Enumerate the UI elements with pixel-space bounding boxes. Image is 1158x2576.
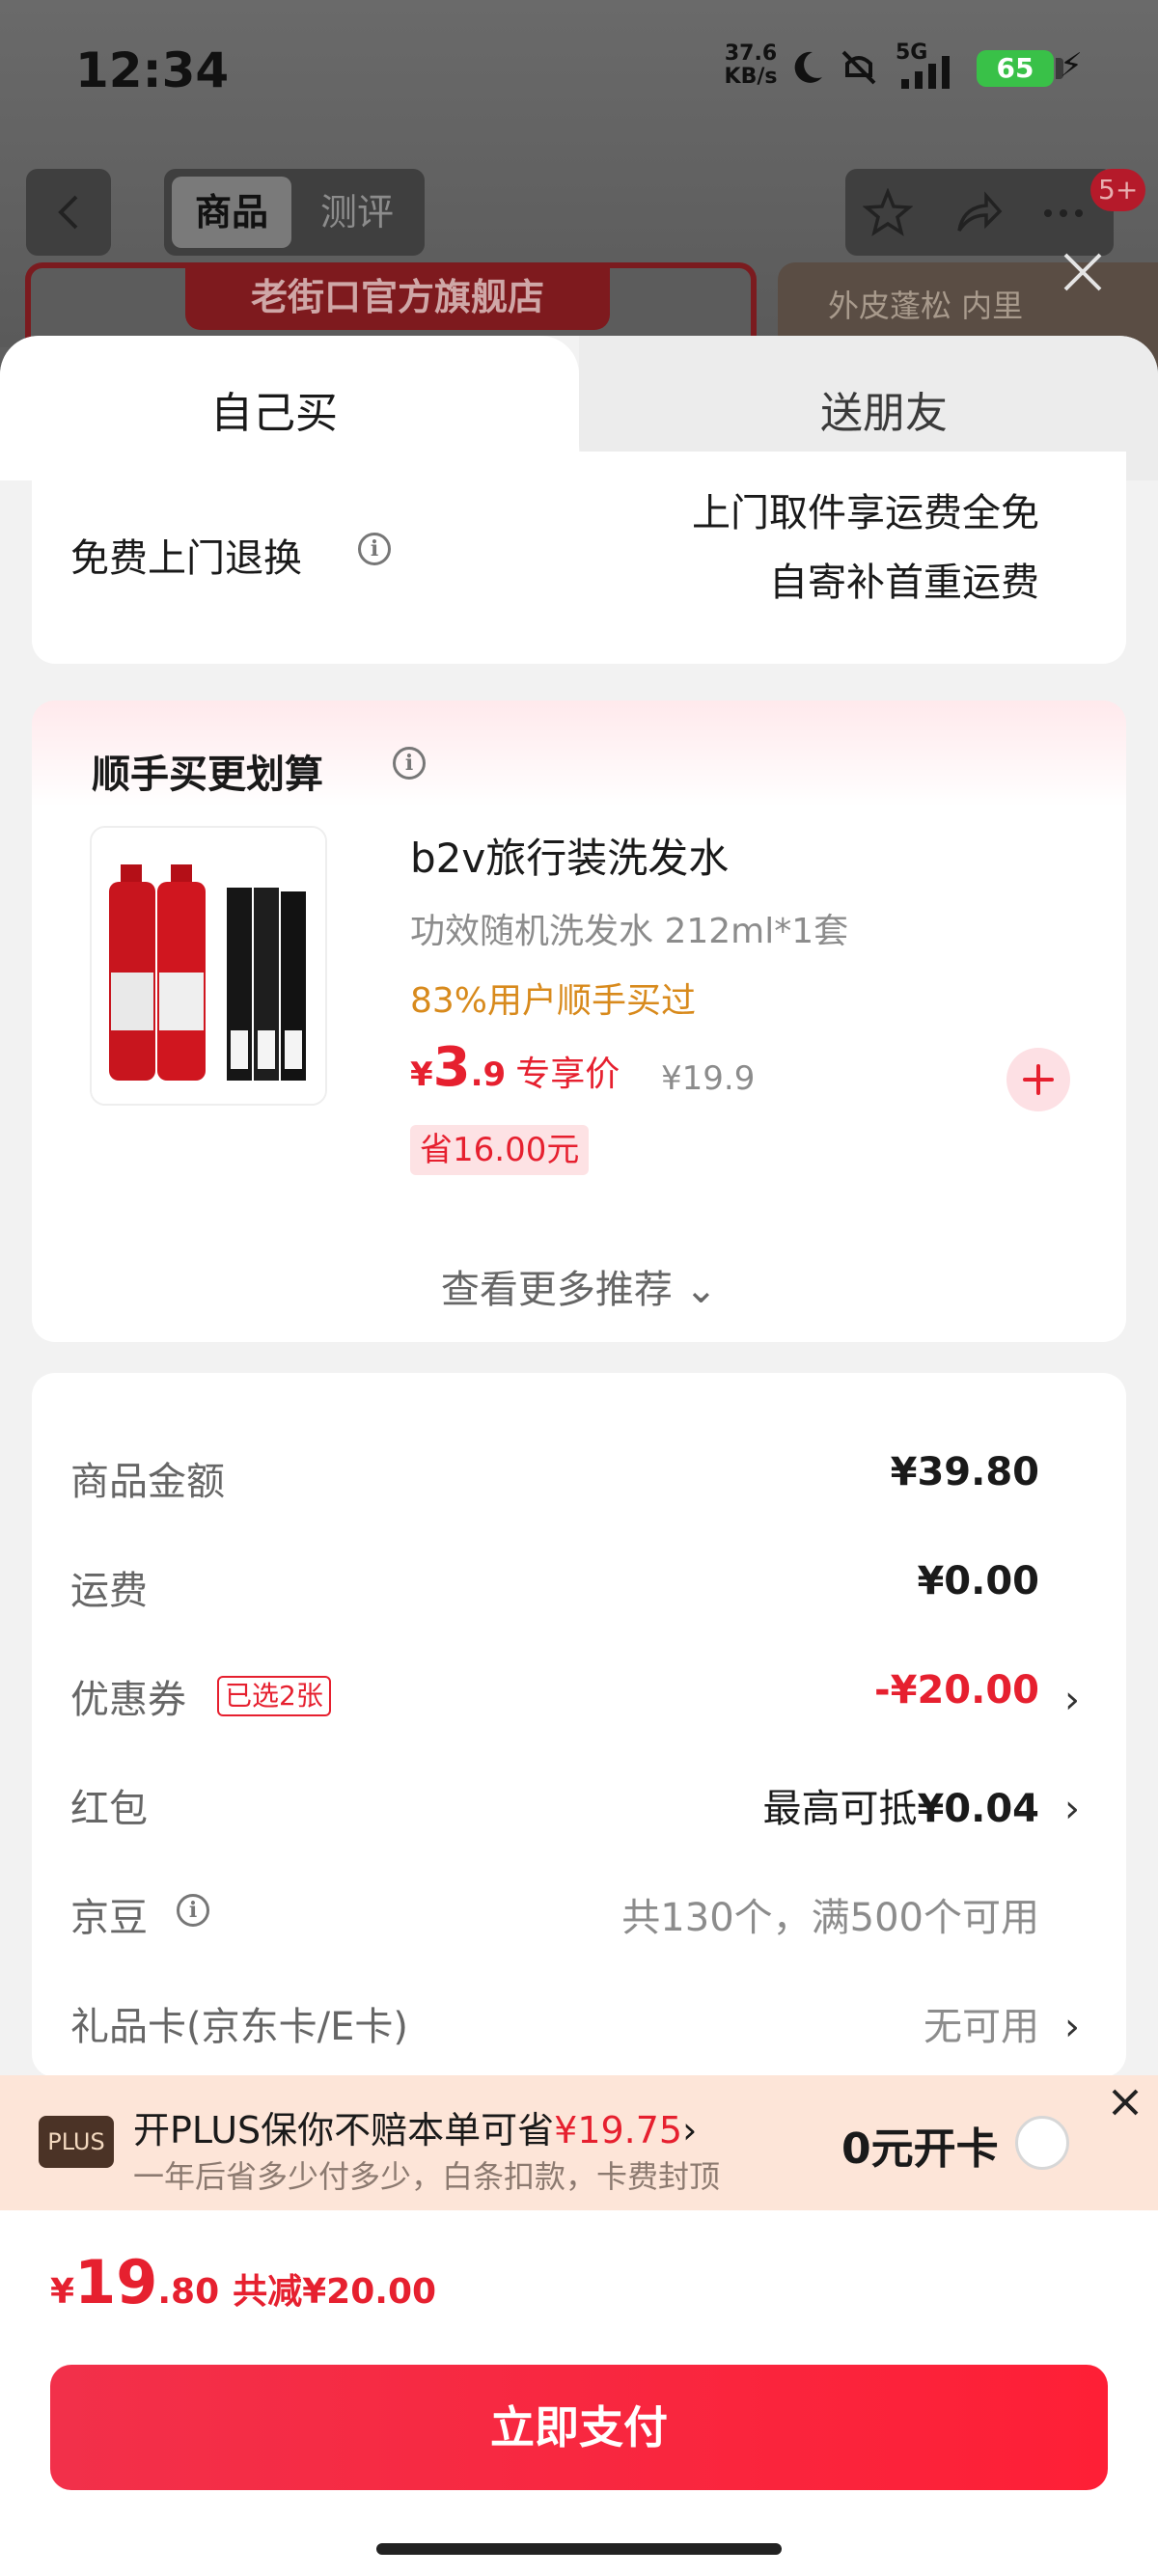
coupon-count-badge: 已选2张 [217, 1676, 331, 1716]
product-bought-rate: 83%用户顺手买过 [410, 981, 697, 1021]
chevron-right-icon: › [1064, 2005, 1080, 2049]
row-shipping: 运费 ¥0.00 [70, 1559, 1039, 1613]
row-coupon[interactable]: 优惠券 已选2张 -¥20.00 › [32, 1658, 1126, 1726]
pay-now-button[interactable]: 立即支付 [50, 2365, 1108, 2490]
recommend-card: 顺手买更划算 i b2v旅行装洗发水 功效随机洗发水 212ml*1套 83%用… [32, 700, 1126, 1342]
info-icon[interactable]: i [177, 1894, 209, 1927]
home-indicator [376, 2543, 782, 2555]
save-badge: 省16.00元 [410, 1125, 590, 1175]
chevron-right-icon: › [682, 2109, 698, 2151]
order-summary-card: 商品金额 ¥39.80 运费 ¥0.00 优惠券 已选2张 -¥20.00 › … [32, 1373, 1126, 2077]
chevron-right-icon: › [1064, 1787, 1080, 1831]
nav-actions [845, 169, 1114, 256]
share-icon[interactable] [953, 188, 1004, 238]
more-icon[interactable] [1038, 188, 1089, 238]
plus-open-label: 0元开卡 [841, 2124, 999, 2174]
coupon-value: -¥20.00 [874, 1668, 1039, 1713]
back-button[interactable] [26, 169, 111, 256]
return-service-label: 免费上门退换 [70, 536, 302, 581]
total-reduction: 共减¥20.00 [233, 2272, 437, 2312]
mute-icon [841, 50, 876, 85]
plus-subtitle: 一年后省多少付多少，白条扣款，卡费封顶 [133, 2158, 721, 2195]
back-icon [58, 195, 78, 230]
checkout-footer: ¥19.80 共减¥20.00 立即支付 [0, 2210, 1158, 2576]
status-time: 12:34 [75, 42, 230, 98]
more-recommend-link[interactable]: 查看更多推荐 ⌄ [32, 1258, 1126, 1314]
tab-review[interactable]: 测评 [297, 177, 417, 248]
product-spec: 功效随机洗发水 212ml*1套 [410, 912, 849, 951]
tab-goods[interactable]: 商品 [172, 177, 291, 248]
info-icon[interactable]: i [358, 533, 391, 565]
star-icon[interactable] [863, 188, 913, 238]
net-speed: 37.6 KB/s [724, 41, 778, 89]
info-icon[interactable]: i [393, 747, 426, 780]
store-name: 老街口官方旗舰店 [185, 264, 610, 330]
cart-badge: 5+ [1090, 169, 1146, 211]
product-original-price: ¥19.9 [661, 1059, 756, 1098]
red-packet-value: 最高可抵¥0.04 [762, 1787, 1039, 1831]
product-tabs: 商品 测评 [164, 169, 425, 256]
checkout-sheet: 送朋友 自己买 免费上门退换 i 上门取件享运费全免 自寄补首重运费 顺手买更划… [0, 336, 1158, 2576]
row-gift-card[interactable]: 礼品卡(京东卡/E卡) 无可用 › [32, 1986, 1126, 2053]
add-to-order-button[interactable] [1006, 1048, 1070, 1111]
close-icon[interactable] [1056, 245, 1110, 299]
product-price: ¥3.9 专享价 [410, 1036, 620, 1099]
plus-title: 开PLUS保你不赔本单可省¥19.75› [133, 2109, 698, 2151]
chevron-right-icon: › [1064, 1678, 1080, 1722]
product-navbar: 商品 测评 [0, 169, 1158, 260]
moon-icon [794, 51, 822, 83]
row-goods-amount: 商品金额 ¥39.80 [70, 1450, 1039, 1504]
jd-beans-value: 共130个，满500个可用 [621, 1896, 1039, 1940]
gift-card-value: 无可用 [924, 2005, 1039, 2049]
total-price: ¥19.80 共减¥20.00 [50, 2247, 437, 2317]
plus-logo: PLUS [39, 2116, 114, 2168]
product-thumbnail[interactable] [90, 826, 327, 1106]
plus-promo-bar[interactable]: PLUS 开PLUS保你不赔本单可省¥19.75› 一年后省多少付多少，白条扣款… [0, 2075, 1158, 2210]
background-page: 12:34 37.6 KB/s 5G 65 ⚡ 商品 测评 5+ 老街口官方旗舰… [0, 0, 1158, 369]
status-bar: 12:34 37.6 KB/s 5G 65 ⚡ [0, 0, 1158, 145]
product-name[interactable]: b2v旅行装洗发水 [410, 826, 729, 885]
row-jd-beans: 京豆 i 共130个，满500个可用 [32, 1877, 1126, 1944]
return-service-detail: 上门取件享运费全免 自寄补首重运费 [692, 491, 1039, 605]
side-banner-text: 外皮蓬松 内里 [828, 288, 1024, 324]
recommend-title: 顺手买更划算 [92, 753, 323, 797]
close-icon[interactable] [1108, 2085, 1143, 2120]
plus-open-radio[interactable] [1015, 2116, 1069, 2170]
signal-icon [901, 56, 950, 89]
charging-icon: ⚡ [1060, 46, 1083, 85]
product-image [92, 828, 325, 1104]
return-service-card: 免费上门退换 i 上门取件享运费全免 自寄补首重运费 [32, 452, 1126, 664]
row-red-packet[interactable]: 红包 最高可抵¥0.04 › [32, 1768, 1126, 1835]
battery-indicator: 65 [977, 50, 1063, 87]
